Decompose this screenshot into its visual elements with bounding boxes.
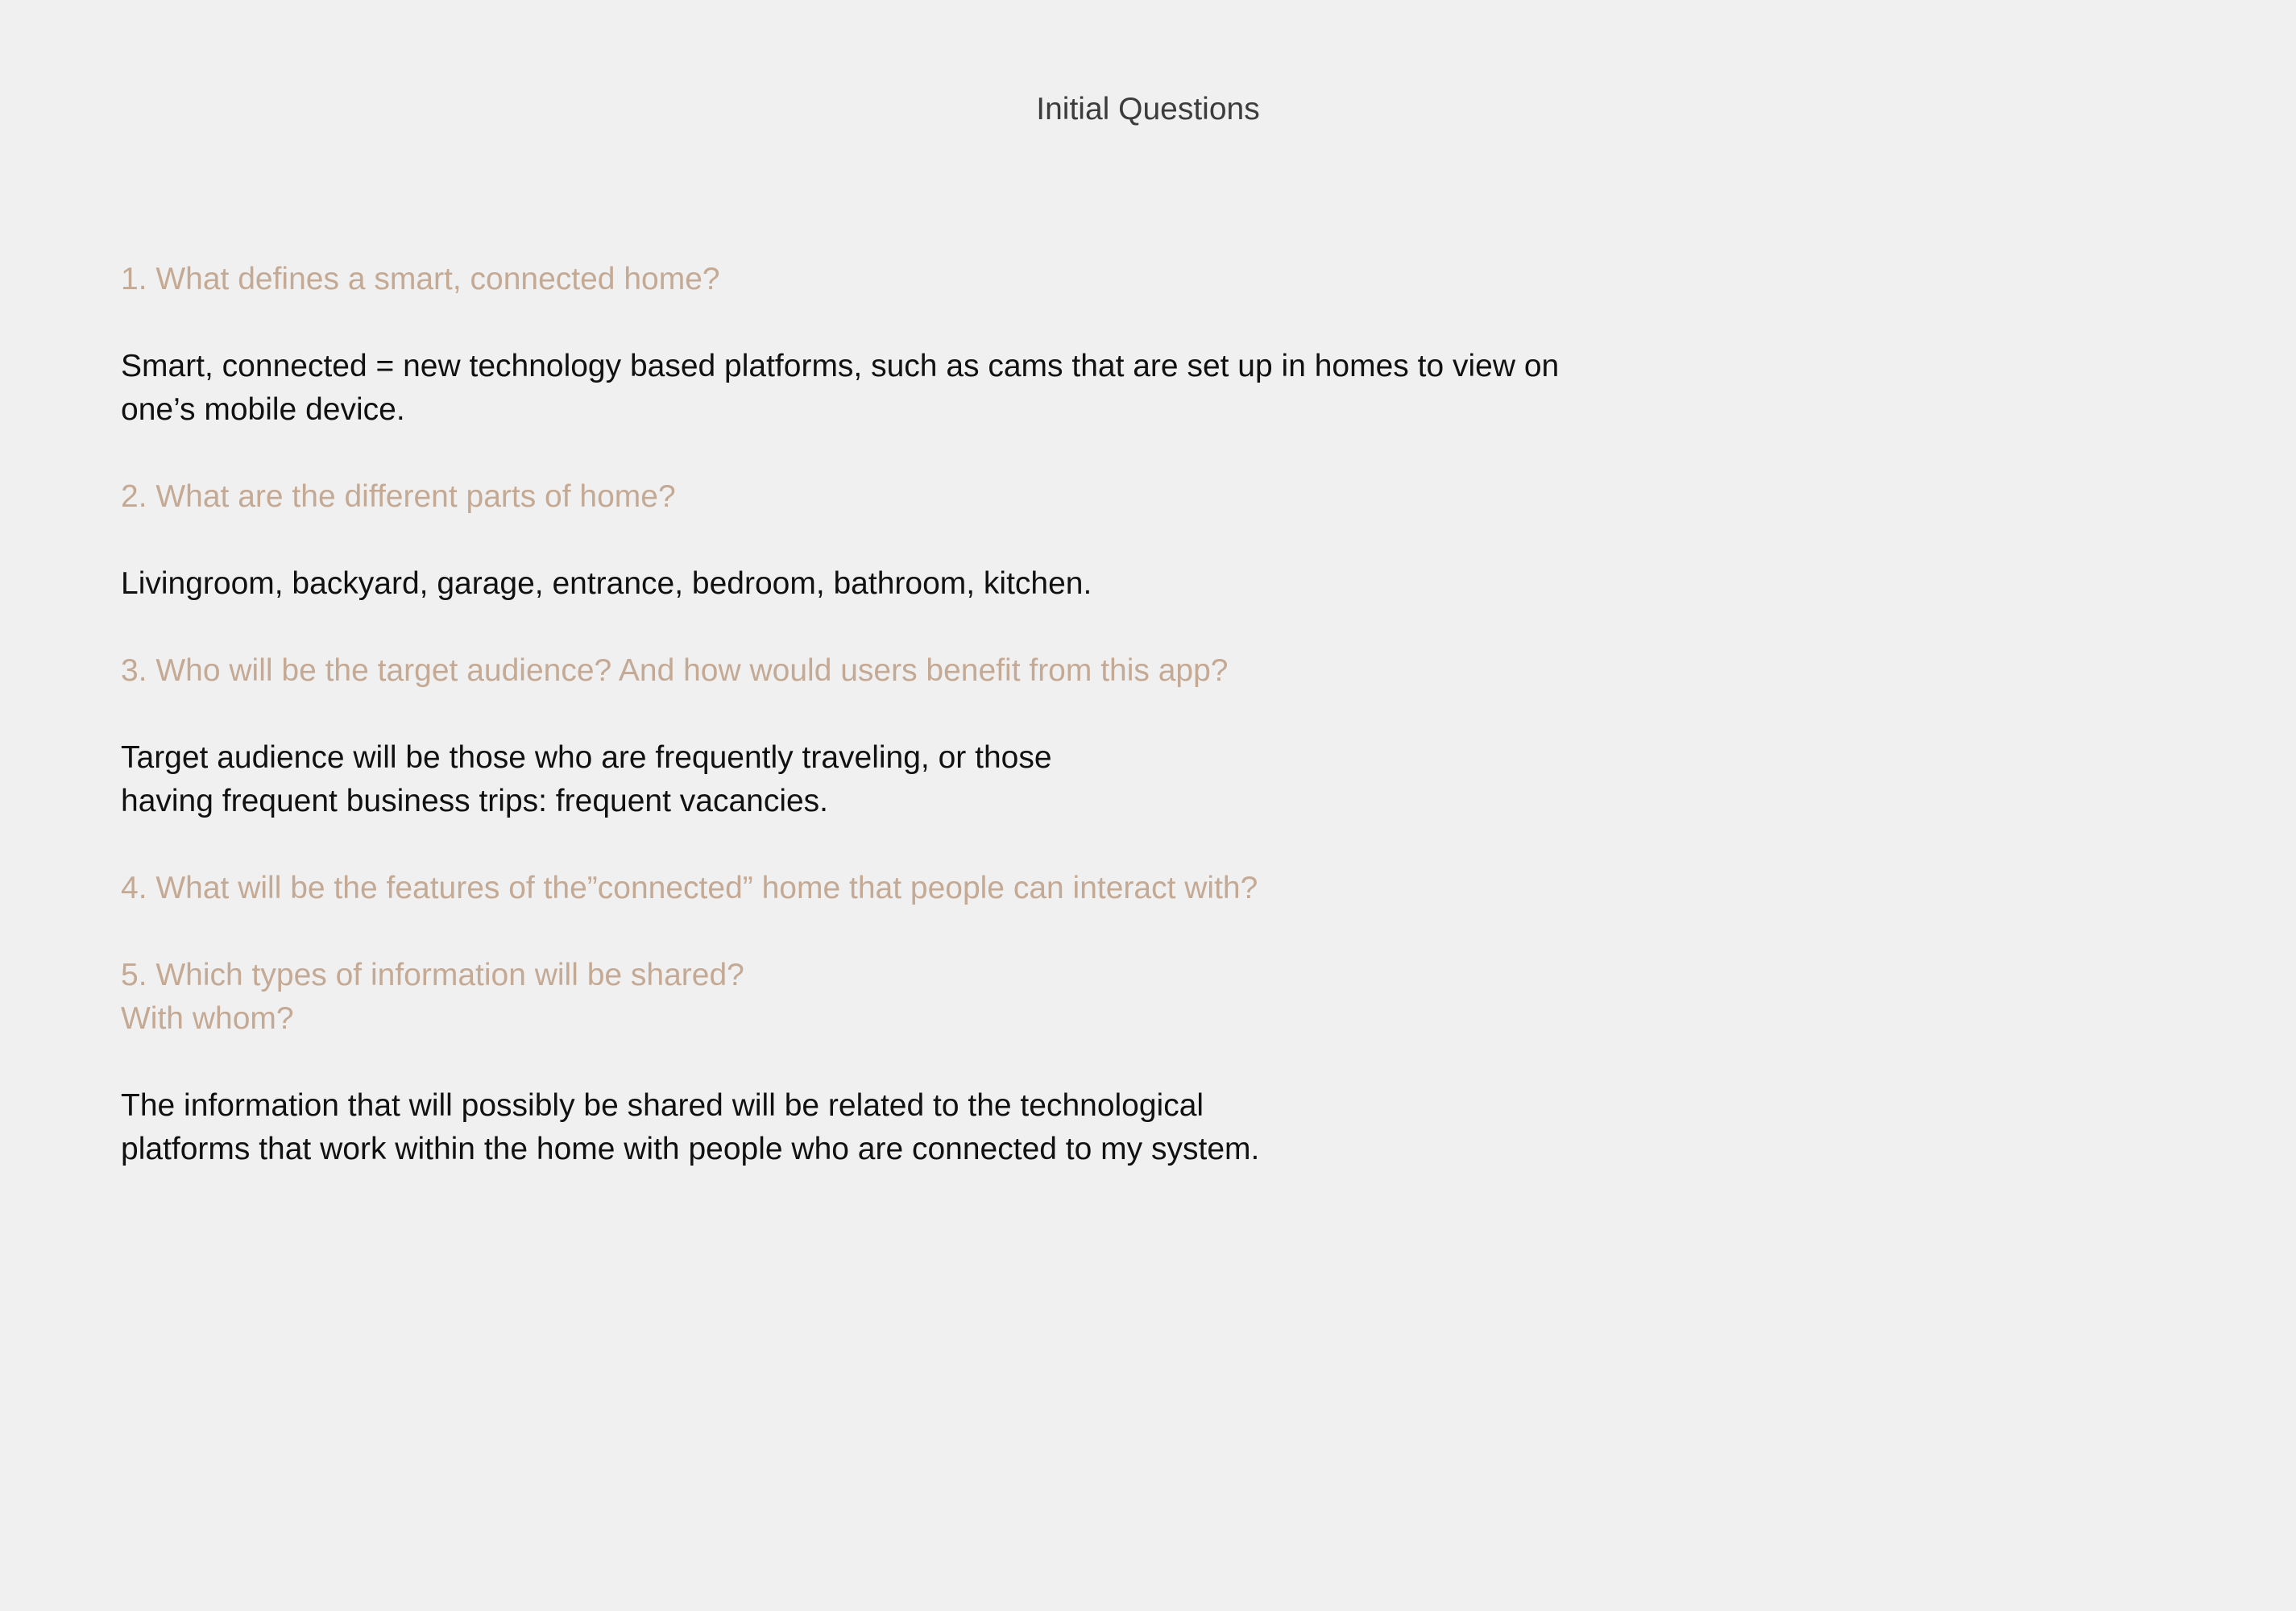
page-title: Initial Questions <box>1036 92 1260 126</box>
answer-3-line-2: having frequent business trips: frequent… <box>121 784 829 818</box>
question-3-line-1: 3. Who will be the target audience? And … <box>121 653 1229 688</box>
answer-3: Target audience will be those who are fr… <box>121 736 1652 823</box>
document-page: Initial Questions 1. What defines a smar… <box>0 0 2296 1611</box>
answer-1-line-2: one’s mobile device. <box>121 392 405 427</box>
answer-5-line-1: The information that will possibly be sh… <box>121 1088 1204 1123</box>
answer-3-line-1: Target audience will be those who are fr… <box>121 740 1052 775</box>
answer-2: Livingroom, backyard, garage, entrance, … <box>121 562 1652 606</box>
question-2-line-1: 2. What are the different parts of home? <box>121 479 676 514</box>
answer-2-line-1: Livingroom, backyard, garage, entrance, … <box>121 566 1092 601</box>
answer-5: The information that will possibly be sh… <box>121 1084 1652 1171</box>
answer-1-line-1: Smart, connected = new technology based … <box>121 349 1560 383</box>
question-5-line-1: 5. Which types of information will be sh… <box>121 958 744 992</box>
qa-list: 1. What defines a smart, connected home?… <box>121 258 1652 1171</box>
question-5-line-2: With whom? <box>121 1001 294 1036</box>
question-5: 5. Which types of information will be sh… <box>121 954 1652 1041</box>
answer-5-line-2: platforms that work within the home with… <box>121 1132 1260 1166</box>
question-2: 2. What are the different parts of home? <box>121 475 1652 519</box>
question-4: 4. What will be the features of the”conn… <box>121 867 1652 910</box>
question-1-line-1: 1. What defines a smart, connected home? <box>121 262 720 296</box>
question-4-line-1: 4. What will be the features of the”conn… <box>121 871 1258 905</box>
answer-1: Smart, connected = new technology based … <box>121 345 1652 432</box>
question-3: 3. Who will be the target audience? And … <box>121 649 1652 693</box>
question-1: 1. What defines a smart, connected home? <box>121 258 1652 301</box>
